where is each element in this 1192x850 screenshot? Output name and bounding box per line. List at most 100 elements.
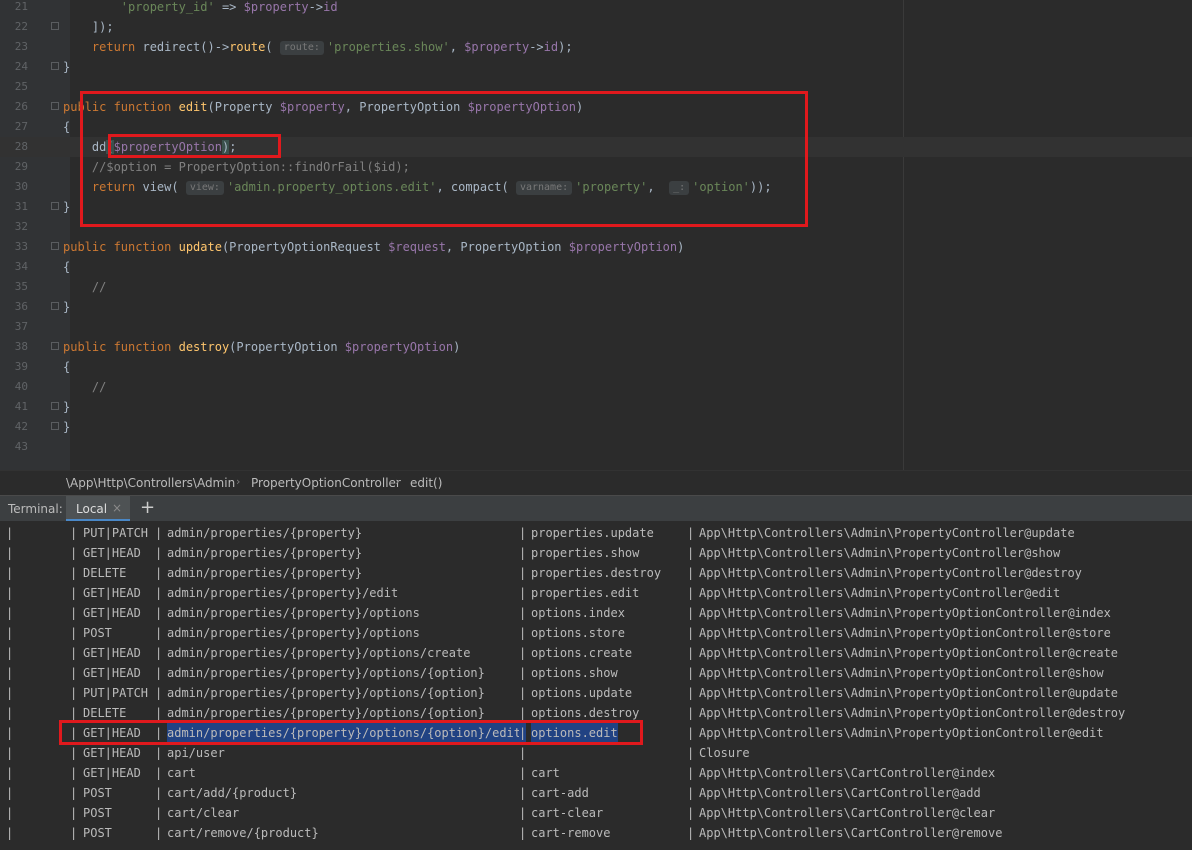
line-number: 39 (14, 360, 28, 373)
code-line[interactable]: 23 return redirect()->route( route:'prop… (0, 37, 1192, 57)
line-number: 22 (14, 20, 28, 33)
route-row: | | GET|HEAD | admin/properties/{property}/e… (0, 583, 1192, 603)
fold-marker-icon[interactable] (51, 202, 59, 210)
code-token: redirect()-> (142, 40, 230, 54)
route-action: App\Http\Controllers\Admin\PropertyContr… (699, 566, 1082, 580)
code-line[interactable]: 32 (0, 217, 1192, 237)
code-line[interactable]: 37 (0, 317, 1192, 337)
route-action: App\Http\Controllers\Admin\PropertyContr… (699, 586, 1061, 600)
code-token: ]); (63, 20, 114, 34)
code-line[interactable]: 41} (0, 397, 1192, 417)
fold-marker-icon[interactable] (51, 422, 59, 430)
code-line[interactable]: 34 { (0, 257, 1192, 277)
route-method: GET|HEAD (83, 646, 141, 660)
code-line[interactable]: 24} (0, 57, 1192, 77)
code-line[interactable]: 22 ]); (0, 17, 1192, 37)
terminal-tab-local[interactable]: Local × (66, 496, 130, 522)
column-separator: | (6, 606, 14, 620)
route-name: cart (531, 766, 560, 780)
route-method: GET|HEAD (83, 606, 141, 620)
code-line[interactable]: 21 'property_id' => $property->id (0, 0, 1192, 17)
code-line[interactable]: 28 dd($propertyOption); (0, 137, 1192, 157)
breadcrumb-method[interactable]: edit() (410, 476, 442, 490)
code-text: { (63, 357, 70, 377)
code-line[interactable]: 26 public function edit(Property $propert… (0, 97, 1192, 117)
route-uri: admin/properties/{property}/options/{opt… (167, 706, 485, 720)
route-row: | | DELETE | admin/properties/{property} | pro… (0, 563, 1192, 583)
breadcrumb-class[interactable]: PropertyOptionController (251, 476, 401, 490)
route-action: App\Http\Controllers\CartController@remo… (699, 826, 1003, 840)
line-number: 32 (14, 220, 28, 233)
code-line[interactable]: 30 return view( view:'admin.property_opt… (0, 177, 1192, 197)
code-text: return view( view:'admin.property_option… (63, 177, 772, 197)
code-token: } (63, 400, 71, 414)
code-line[interactable]: 31} (0, 197, 1192, 217)
line-number: 43 (14, 440, 28, 453)
code-line[interactable]: 29 //$option = PropertyOption::findOrFai… (0, 157, 1192, 177)
column-separator: | (70, 726, 78, 740)
code-token: $propertyOption (568, 240, 678, 254)
code-text: 'property_id' => $property->id (63, 0, 338, 17)
fold-marker-icon[interactable] (51, 242, 59, 250)
code-text: { (63, 257, 70, 277)
fold-marker-icon[interactable] (51, 102, 59, 110)
code-token: // (91, 280, 107, 294)
column-separator: | (6, 746, 14, 760)
code-token: { (63, 120, 71, 134)
fold-marker-icon[interactable] (51, 302, 59, 310)
code-line[interactable]: 33 public function update(PropertyOptionR… (0, 237, 1192, 257)
route-row: | | POST | cart/remove/{product} | cart-remove… (0, 823, 1192, 843)
parameter-hint: _: (669, 181, 690, 195)
close-icon[interactable]: × (112, 501, 122, 515)
code-token: $propertyOption (113, 140, 222, 154)
fold-marker-icon[interactable] (51, 342, 59, 350)
code-line[interactable]: 40 // (0, 377, 1192, 397)
fold-marker-icon[interactable] (51, 402, 59, 410)
code-token: $propertyOption (467, 100, 576, 114)
code-text: //$option = PropertyOption::findOrFail($… (63, 157, 410, 177)
line-number: 26 (14, 100, 28, 113)
code-token: 'option' (692, 180, 750, 194)
line-number: 34 (14, 260, 28, 273)
code-line[interactable]: 42} (0, 417, 1192, 437)
code-line[interactable]: 38 public function destroy(PropertyOption… (0, 337, 1192, 357)
fold-marker-icon[interactable] (51, 62, 59, 70)
code-editor[interactable]: 21 'property_id' => $property->id 22 ]); 2… (0, 0, 1192, 470)
code-token: public function (63, 100, 179, 114)
column-separator: | (6, 626, 14, 640)
route-row: | | GET|HEAD | admin/properties/{property}/o… (0, 663, 1192, 683)
plus-icon[interactable]: + (140, 497, 155, 518)
column-separator: | (6, 546, 14, 560)
code-text: // (63, 277, 106, 297)
column-separator: | (155, 726, 163, 740)
fold-marker-icon[interactable] (51, 22, 59, 30)
code-token: -> (308, 0, 324, 14)
column-separator: | (687, 646, 695, 660)
code-line[interactable]: 35 // (0, 277, 1192, 297)
column-separator: | (6, 766, 14, 780)
column-separator: | (519, 646, 527, 660)
column-separator: | (155, 566, 163, 580)
code-line[interactable]: 36} (0, 297, 1192, 317)
route-name: options.index (531, 606, 625, 620)
terminal-tab-label: Local (76, 502, 108, 516)
column-separator: | (6, 526, 14, 540)
column-separator: | (70, 626, 78, 640)
code-token: $property (279, 100, 345, 114)
route-action: App\Http\Controllers\Admin\PropertyOptio… (699, 606, 1111, 620)
line-number: 23 (14, 40, 28, 53)
code-text: dd($propertyOption); (63, 137, 236, 157)
breadcrumb-namespace[interactable]: \App\Http\Controllers\Admin (66, 476, 235, 490)
code-line[interactable]: 43 (0, 437, 1192, 457)
column-separator: | (155, 806, 163, 820)
code-token: ; (229, 140, 237, 154)
code-token: 'admin.property_options.edit' (226, 180, 437, 194)
terminal-output[interactable]: | | PUT|PATCH | admin/properties/{property} |… (0, 521, 1192, 850)
code-line[interactable]: 25 (0, 77, 1192, 97)
code-text: } (63, 197, 70, 217)
code-line[interactable]: 39 { (0, 357, 1192, 377)
column-separator: | (70, 666, 78, 680)
code-line[interactable]: 27 { (0, 117, 1192, 137)
